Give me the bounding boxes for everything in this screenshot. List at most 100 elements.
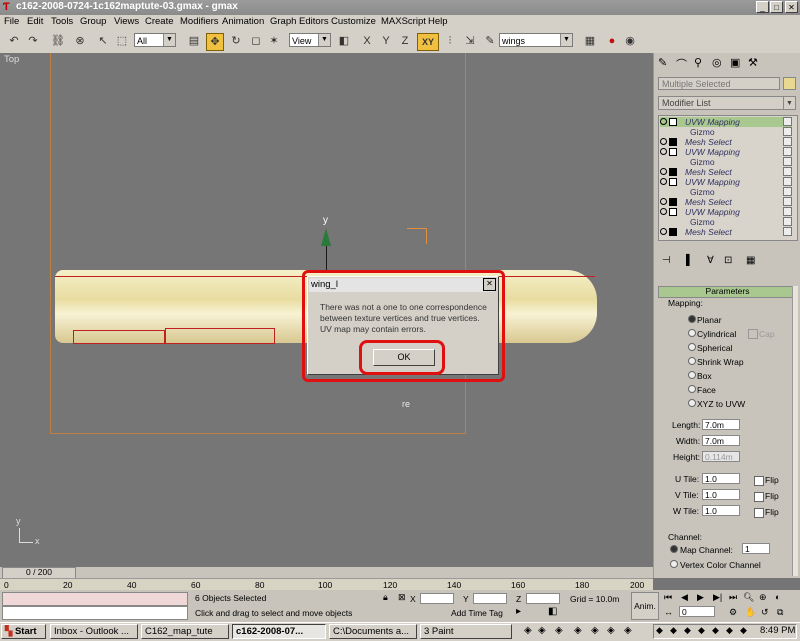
menu-group[interactable]: Group: [80, 16, 106, 27]
width-input[interactable]: 7.0m: [702, 435, 740, 446]
minimize-button[interactable]: _: [756, 1, 769, 13]
utile-input[interactable]: 1.0: [702, 473, 740, 484]
radio-shrink-wrap[interactable]: [688, 357, 696, 365]
y-axis-icon[interactable]: Y: [378, 33, 394, 49]
move-icon[interactable]: ✥: [206, 33, 224, 51]
radio-map-channel[interactable]: [670, 545, 678, 553]
expand-icon[interactable]: [669, 118, 677, 126]
stack-checkbox[interactable]: [783, 157, 792, 166]
undo-icon[interactable]: ↶: [6, 33, 22, 49]
absolute-mode-icon[interactable]: ⊠: [398, 592, 406, 603]
menu-create[interactable]: Create: [145, 16, 174, 27]
reference-coordinate-dropdown[interactable]: View ▼: [289, 33, 331, 47]
stack-checkbox[interactable]: [783, 217, 792, 226]
pin-stack-icon[interactable]: ⊣: [662, 255, 671, 266]
radio-spherical[interactable]: [688, 343, 696, 351]
y-coordinate-input[interactable]: [473, 593, 507, 604]
quick-render-icon[interactable]: ◉: [622, 33, 638, 49]
remove-modifier-icon[interactable]: ⊡: [724, 255, 732, 266]
link-icon[interactable]: ⛓: [50, 33, 66, 49]
radio-face[interactable]: [688, 385, 696, 393]
rotate-icon[interactable]: ↻: [228, 33, 244, 49]
zoom-all-icon[interactable]: ⊕: [759, 592, 767, 603]
stack-row-gizmo[interactable]: Gizmo: [660, 157, 792, 167]
tray-icon[interactable]: ◆: [684, 625, 691, 636]
task-documents[interactable]: C:\Documents a...: [329, 624, 417, 639]
snap-icon[interactable]: ✶: [266, 33, 282, 49]
configure-sets-icon[interactable]: ▦: [746, 255, 755, 266]
create-tab-icon[interactable]: ✎: [658, 56, 667, 69]
stack-row-gizmo[interactable]: Gizmo: [660, 187, 792, 197]
redo-icon[interactable]: ↷: [25, 33, 41, 49]
radio-cylindrical[interactable]: [688, 329, 696, 337]
stack-row-uvw[interactable]: UVW Mapping: [660, 207, 792, 217]
quicklaunch-icon[interactable]: ◈: [607, 625, 615, 636]
maxscript-input[interactable]: [2, 606, 188, 620]
radio-xyz-to-uvw[interactable]: [688, 399, 696, 407]
uflip-checkbox[interactable]: [754, 476, 764, 486]
vtile-input[interactable]: 1.0: [702, 489, 740, 500]
tray-icon[interactable]: ◆: [740, 625, 747, 636]
quicklaunch-icon[interactable]: ◈: [574, 625, 582, 636]
gizmo-y-arrow[interactable]: [321, 228, 331, 246]
stack-checkbox[interactable]: [783, 197, 792, 206]
current-frame-input[interactable]: 0: [679, 606, 715, 617]
select-by-name-icon[interactable]: ▤: [186, 33, 202, 49]
arc-rotate-icon[interactable]: ↺: [761, 607, 769, 618]
stack-checkbox[interactable]: [783, 167, 792, 176]
cap-checkbox[interactable]: [748, 329, 758, 339]
utilities-tab-icon[interactable]: ⚒: [748, 56, 758, 69]
task-outlook[interactable]: Inbox - Outlook ...: [50, 624, 138, 639]
maximize-button[interactable]: □: [770, 1, 783, 13]
bulb-icon[interactable]: [660, 198, 667, 205]
render-icon[interactable]: ●: [604, 33, 620, 49]
expand-icon[interactable]: [669, 208, 677, 216]
named-selection-icon[interactable]: ✎: [482, 33, 498, 49]
stack-row-mesh[interactable]: Mesh Select: [660, 197, 792, 207]
radio-planar[interactable]: [688, 315, 696, 323]
menu-file[interactable]: File: [4, 16, 19, 27]
menu-edit[interactable]: Edit: [27, 16, 43, 27]
display-tab-icon[interactable]: ▣: [730, 56, 740, 69]
radio-vertex-color[interactable]: [670, 560, 678, 568]
quicklaunch-icon[interactable]: ◈: [538, 625, 546, 636]
bulb-icon[interactable]: [660, 208, 667, 215]
parameters-rollout-header[interactable]: Parameters: [658, 286, 797, 298]
object-color-swatch[interactable]: [783, 77, 796, 90]
z-axis-icon[interactable]: Z: [397, 33, 413, 49]
region-select-icon[interactable]: ⬚: [114, 33, 130, 49]
tray-icon[interactable]: ◆: [698, 625, 705, 636]
tray-icon[interactable]: ◆: [712, 625, 719, 636]
bulb-icon[interactable]: [660, 178, 667, 185]
make-unique-icon[interactable]: ∀: [707, 255, 714, 266]
stack-row-uvw[interactable]: UVW Mapping: [660, 117, 792, 127]
task-folder[interactable]: C162_map_tute: [141, 624, 229, 639]
pan-icon[interactable]: ✋: [745, 607, 756, 618]
modify-tab-icon[interactable]: ⌒: [676, 56, 687, 72]
mirror-icon[interactable]: ⫶: [442, 33, 458, 49]
map-channel-input[interactable]: 1: [742, 543, 770, 554]
tray-icon[interactable]: ◆: [726, 625, 733, 636]
pivot-center-icon[interactable]: ◧: [336, 33, 352, 49]
add-time-tag[interactable]: Add Time Tag: [451, 608, 503, 618]
bulb-icon[interactable]: [660, 228, 667, 235]
bulb-icon[interactable]: [660, 168, 667, 175]
stack-checkbox[interactable]: [783, 127, 792, 136]
x-axis-icon[interactable]: X: [359, 33, 375, 49]
stack-checkbox[interactable]: [783, 227, 792, 236]
key-mode-icon[interactable]: ↔: [664, 607, 673, 617]
stack-row-uvw[interactable]: UVW Mapping: [660, 177, 792, 187]
bulb-icon[interactable]: [660, 148, 667, 155]
length-input[interactable]: 7.0m: [702, 419, 740, 430]
go-to-end-icon[interactable]: ⏭: [729, 592, 737, 603]
stack-row-gizmo[interactable]: Gizmo: [660, 217, 792, 227]
quicklaunch-icon[interactable]: ◈: [624, 625, 632, 636]
prev-frame-icon[interactable]: ◀: [681, 592, 688, 603]
panel-scrollbar[interactable]: [792, 286, 798, 576]
task-paint[interactable]: 3 Paint: [420, 624, 512, 639]
time-tag-icon[interactable]: ▸: [516, 606, 521, 617]
menu-help[interactable]: Help: [428, 16, 448, 27]
stack-row-mesh[interactable]: Mesh Select: [660, 137, 792, 147]
menu-animation[interactable]: Animation: [222, 16, 264, 27]
object-name-field[interactable]: Multiple Selected: [658, 77, 780, 90]
